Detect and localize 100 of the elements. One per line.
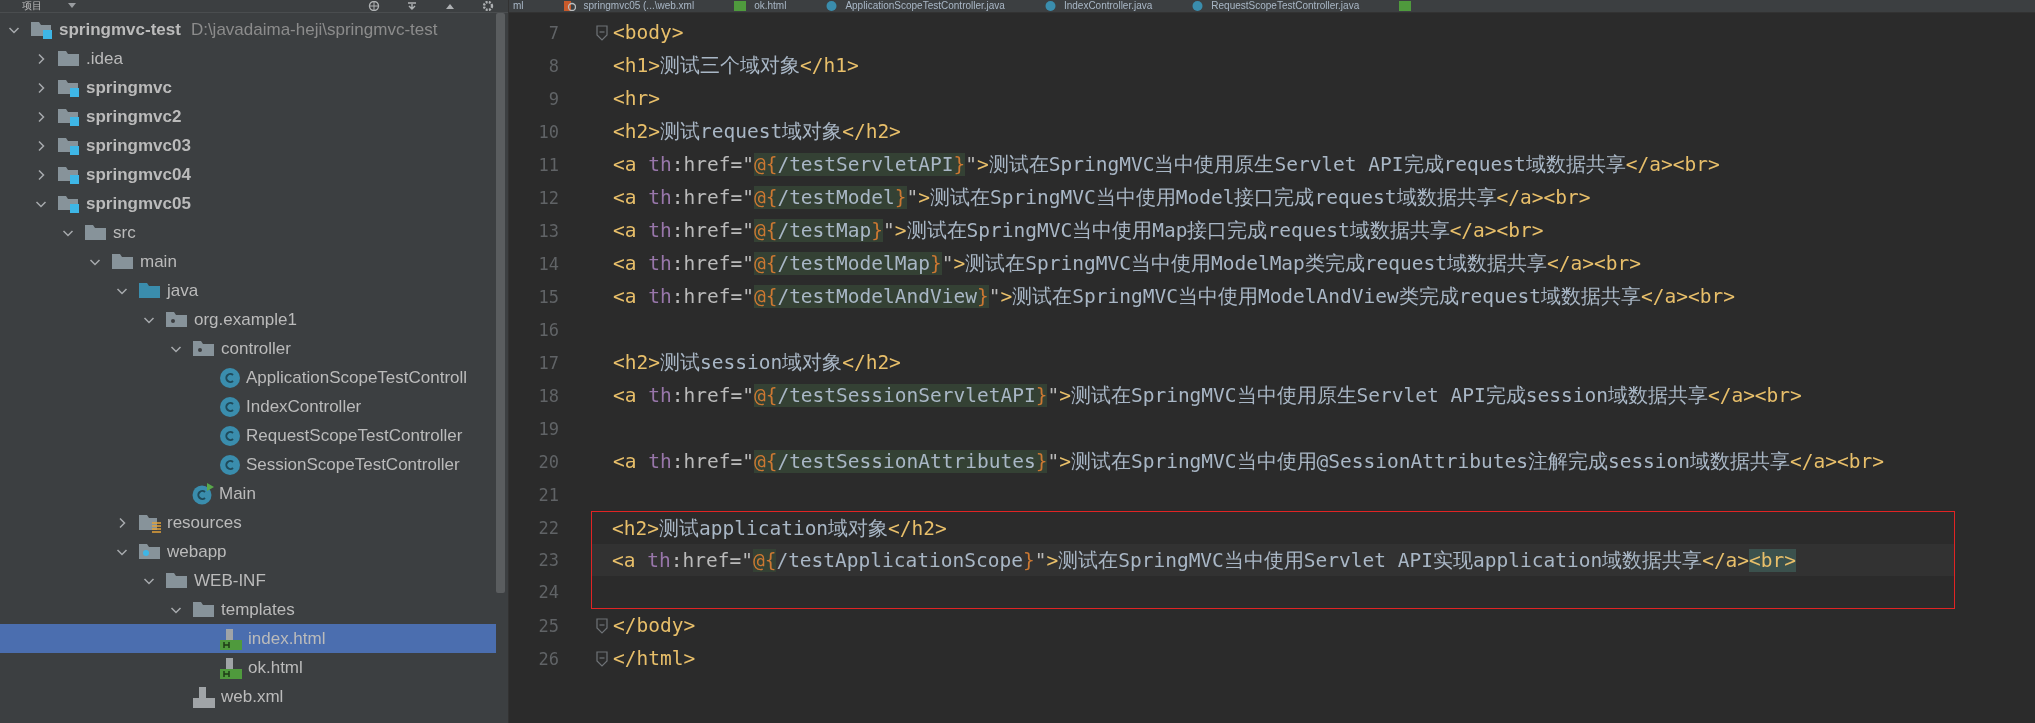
line-number: 9 xyxy=(547,88,559,109)
package-icon xyxy=(165,309,189,330)
line-number: 15 xyxy=(537,286,559,307)
line-number: 22 xyxy=(537,518,559,538)
item-label: WEB-INF xyxy=(194,570,266,591)
item-label: src xyxy=(113,222,136,243)
scrollbar-thumb[interactable] xyxy=(496,13,505,593)
code-line: <a th:href="@{/testSessionAttributes}">测试在SpringMVC当中使用@SessionAttributes注解完成session域数据共享</a><br> xyxy=(613,449,1884,475)
code-line: <h2>测试request域对象</h2> xyxy=(613,119,901,145)
class-icon xyxy=(826,1,838,11)
fold-icon[interactable] xyxy=(595,24,609,41)
item-label: web.xml xyxy=(221,686,284,707)
editor-tab[interactable]: RequestScopeTestController.java xyxy=(1192,0,1360,12)
code-line: <a th:href="@{/testSessionServletAPI}">测试在SpringMVC当中使用原生Servlet API完成session域数据共享</a><br> xyxy=(613,383,1802,409)
item-label: controller xyxy=(221,338,291,359)
editor-tab[interactable]: ApplicationScopeTestController.java xyxy=(826,0,1005,12)
line-number: 20 xyxy=(537,451,559,472)
code-line: <a th:href="@{/testServletAPI}">测试在SpringMVC当中使用原生Servlet API完成request域数据共享</a><br> xyxy=(613,152,1720,178)
tree-item[interactable]: ApplicationScopeTestControll xyxy=(0,363,496,392)
code-line: <body> xyxy=(613,21,684,44)
item-label: springmvc-test xyxy=(59,19,181,40)
web-folder-icon xyxy=(138,541,162,562)
item-label: springmvc2 xyxy=(86,106,182,127)
tree-item[interactable]: src xyxy=(0,218,496,247)
class-icon xyxy=(1192,1,1204,11)
tree-item[interactable]: java xyxy=(0,276,496,305)
item-label: ApplicationScopeTestControll xyxy=(246,367,468,388)
module-folder-icon xyxy=(57,135,81,156)
tree-item[interactable]: springmvc2 xyxy=(0,102,496,131)
tree-item[interactable]: springmvc04 xyxy=(0,160,496,189)
tree-item[interactable]: IndexController xyxy=(0,392,496,421)
class-icon xyxy=(219,453,241,476)
package-icon xyxy=(192,338,216,359)
item-label: index.html xyxy=(248,628,326,649)
editor-tab[interactable] xyxy=(1399,0,1412,12)
line-number: 21 xyxy=(537,484,559,505)
line-number: 12 xyxy=(537,187,559,208)
module-folder-icon xyxy=(57,164,81,185)
tree-item[interactable]: .idea xyxy=(0,44,496,73)
item-label: main xyxy=(140,251,177,272)
tree-item[interactable]: controller xyxy=(0,334,496,363)
html-file-icon xyxy=(1399,1,1412,11)
code-line: <a th:href="@{/testMap}">测试在SpringMVC当中使用Map接口完成request域数据共享</a><br> xyxy=(613,218,1544,244)
folder-icon xyxy=(111,251,135,272)
tree-item[interactable]: Main xyxy=(0,479,496,508)
line-number: 19 xyxy=(537,418,559,439)
tree-item[interactable]: SessionScopeTestController xyxy=(0,450,496,479)
folder-icon xyxy=(138,280,162,301)
tree-item[interactable]: ok.html xyxy=(0,653,496,682)
tree-item[interactable]: resources xyxy=(0,508,496,537)
editor-tab[interactable]: ok.html xyxy=(734,0,787,12)
fold-icon[interactable] xyxy=(595,617,609,634)
tree-item[interactable]: springmvc05 xyxy=(0,189,496,218)
tree-item[interactable]: springmvc03 xyxy=(0,131,496,160)
item-label: resources xyxy=(167,512,242,533)
code-line: <a th:href="@{/testModel}">测试在SpringMVC当中使用Model接口完成request域数据共享</a><br> xyxy=(613,185,1591,211)
class-icon xyxy=(1044,1,1056,11)
code-line: <a th:href="@{/testApplicationScope}">测试在SpringMVC当中使用Servlet API实现application域数据共享</a><br> xyxy=(612,547,1797,574)
editor-tab[interactable]: springmvc05 (...\web.xml xyxy=(563,0,695,12)
tree-item[interactable]: springmvc-test D:\javadaima-heji\springmvc-test xyxy=(0,15,496,44)
fold-icon[interactable] xyxy=(595,650,609,667)
line-number: 25 xyxy=(537,615,559,636)
item-label: org.example1 xyxy=(194,309,297,330)
tree-item[interactable]: org.example1 xyxy=(0,305,496,334)
class-icon xyxy=(219,366,241,389)
editor-tab[interactable]: IndexController.java xyxy=(1044,0,1153,12)
tree-item[interactable]: springmvc xyxy=(0,73,496,102)
resources-folder-icon xyxy=(138,512,162,533)
code-line: <a th:href="@{/testModelAndView}">测试在SpringMVC当中使用ModelAndView类完成request域数据共享</a><br> xyxy=(613,284,1735,310)
editor-tab[interactable]: ml xyxy=(513,0,524,12)
class-icon xyxy=(219,424,241,447)
panel-title[interactable]: 项目 xyxy=(22,0,42,12)
item-path: D:\javadaima-heji\springmvc-test xyxy=(190,19,438,40)
folder-icon xyxy=(165,570,189,591)
code-line: <h2>测试session域对象</h2> xyxy=(613,350,901,376)
collapse-icon[interactable] xyxy=(406,1,418,11)
line-number: 10 xyxy=(537,121,559,142)
locate-icon[interactable] xyxy=(368,1,380,11)
runnable-class-icon xyxy=(192,482,214,505)
caret-icon[interactable] xyxy=(68,3,76,9)
html-file-icon xyxy=(219,656,243,679)
file-icon xyxy=(192,685,216,708)
module-folder-icon xyxy=(57,106,81,127)
tree-item[interactable]: templates xyxy=(0,595,496,624)
html-file-icon xyxy=(734,1,747,11)
tree-item[interactable]: main xyxy=(0,247,496,276)
module-folder-icon xyxy=(57,193,81,214)
tree-item[interactable]: WEB-INF xyxy=(0,566,496,595)
item-label: springmvc xyxy=(86,77,172,98)
module-folder-icon xyxy=(30,19,54,40)
code-line: </body> xyxy=(613,614,696,637)
item-label: ok.html xyxy=(248,657,303,678)
folder-icon xyxy=(192,599,216,620)
tree-item[interactable]: webapp xyxy=(0,537,496,566)
code-line: <h2>测试application域对象</h2> xyxy=(612,515,947,542)
tree-item[interactable]: RequestScopeTestController xyxy=(0,421,496,450)
line-number: 18 xyxy=(537,385,559,406)
tree-item[interactable]: web.xml xyxy=(0,682,496,711)
settings-icon[interactable] xyxy=(482,1,494,11)
line-number: 13 xyxy=(537,220,559,241)
